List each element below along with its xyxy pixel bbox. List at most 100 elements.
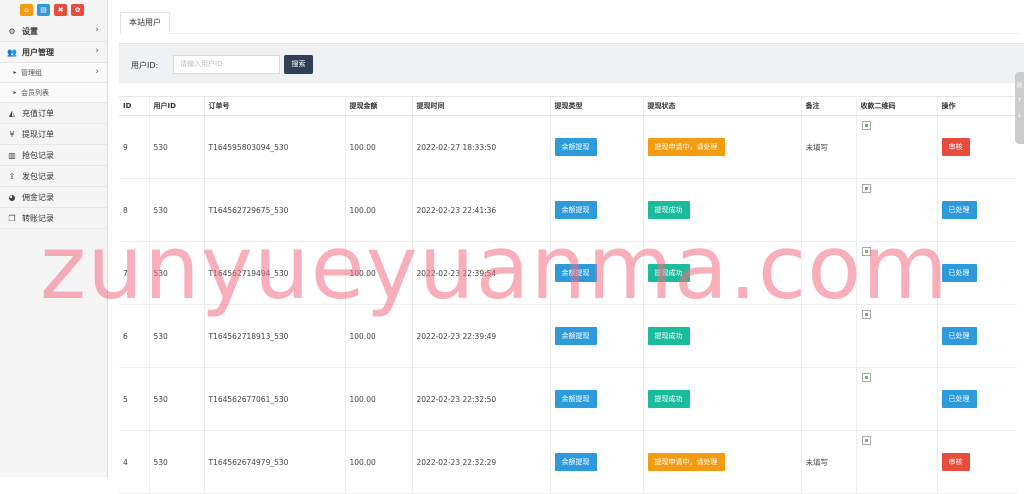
table-cell: [800, 304, 856, 368]
caret-right-icon: ▸: [13, 89, 17, 96]
broken-image-icon[interactable]: [861, 436, 871, 445]
withdraw-type-badge: 余额提现: [554, 453, 597, 471]
table-cell: 530: [148, 367, 204, 431]
processed-button[interactable]: 已处理: [941, 327, 977, 345]
column-header: 备注: [800, 96, 856, 116]
cell-user-id: 530: [153, 457, 168, 467]
table-cell: 9: [119, 115, 149, 179]
broken-image-icon[interactable]: [861, 184, 871, 193]
review-button[interactable]: 审核: [941, 453, 970, 471]
cell-time: 2022-02-23 22:32:29: [416, 457, 497, 467]
sidebar-item-settings[interactable]: ⚙ 设置 ›: [0, 21, 107, 42]
sidebar-item-send-records[interactable]: ⇪ 发包记录: [0, 166, 107, 187]
table-cell: T164562674979_530: [203, 430, 345, 494]
yen-icon: ¥: [9, 129, 15, 139]
area-chart-icon: ◭: [8, 108, 16, 118]
cell-amount: 100.00: [349, 457, 376, 467]
cell-user-id: 530: [153, 142, 168, 152]
table-cell: 余额提现: [549, 115, 643, 179]
sidebar-item-label: 提现订单: [22, 129, 54, 139]
table-row: 8 530 T164562729675_530 100.00 2022-02-23 22…: [119, 178, 1017, 242]
cell-id: 8: [123, 205, 128, 215]
table-header-row: ID 用户ID 订单号 提现金额 提现时间 提现类型 提现状态 备注 收款二维码 操作: [119, 96, 1017, 116]
trash-icon[interactable]: ✖: [54, 4, 67, 16]
table-cell: [800, 178, 856, 242]
cell-order-number: T164562719494_530: [208, 268, 289, 278]
bar-chart-icon: ▥: [8, 150, 16, 160]
user-id-search-input[interactable]: 请输入用户ID: [173, 55, 280, 74]
table-cell: 余额提现: [549, 241, 643, 305]
side-float-widget[interactable]: 返 ↑ ↓: [1015, 72, 1024, 144]
users-icon: 👥: [7, 47, 17, 57]
search-button[interactable]: 搜索: [284, 55, 313, 74]
cell-time: 2022-02-23 22:41:36: [416, 205, 497, 215]
broken-image-icon[interactable]: [861, 247, 871, 256]
chevron-right-icon: ›: [95, 67, 99, 77]
table-cell: 提现成功: [642, 241, 801, 305]
processed-button[interactable]: 已处理: [941, 264, 977, 282]
tab-site-users[interactable]: 本站用户: [120, 12, 170, 34]
cell-amount: 100.00: [349, 205, 376, 215]
table-cell: 8: [119, 178, 149, 242]
table-row: 6 530 T164562718913_530 100.00 2022-02-23 22…: [119, 304, 1017, 368]
document-icon[interactable]: ▤: [37, 4, 50, 16]
broken-image-icon[interactable]: [861, 310, 871, 319]
sidebar-item-label: 发包记录: [22, 171, 54, 181]
broken-image-icon[interactable]: [861, 373, 871, 382]
column-header: 提现类型: [549, 96, 643, 116]
column-header: 用户ID: [148, 96, 204, 116]
sidebar-item-recharge-orders[interactable]: ◭ 充值订单: [0, 103, 107, 124]
sidebar-item-label: 抢包记录: [22, 150, 54, 160]
sidebar-item-grab-records[interactable]: ▥ 抢包记录: [0, 145, 107, 166]
table-cell: 未填写: [800, 115, 856, 179]
sidebar-item-label: 用户管理: [22, 47, 54, 57]
table-cell: 提现申请中，请处理: [642, 115, 801, 179]
withdraw-status-badge: 提现成功: [647, 264, 690, 282]
table-cell: 余额提现: [549, 304, 643, 368]
sidebar-subitem-member-list[interactable]: ▸ 会员列表: [0, 83, 107, 103]
cell-order-number: T164562674979_530: [208, 457, 289, 467]
cell-note: 未填写: [805, 457, 829, 467]
table-cell: T164562719494_530: [203, 241, 345, 305]
column-header: 提现金额: [344, 96, 412, 116]
column-header: 操作: [936, 96, 1017, 116]
table-cell: T164595803094_530: [203, 115, 345, 179]
processed-button[interactable]: 已处理: [941, 201, 977, 219]
review-button[interactable]: 审核: [941, 138, 970, 156]
table-cell: 530: [148, 178, 204, 242]
cell-time: 2022-02-23 22:39:54: [416, 268, 497, 278]
table-cell: 已处理: [936, 304, 1017, 368]
table-cell: 2022-02-23 22:41:36: [411, 178, 550, 242]
processed-button[interactable]: 已处理: [941, 390, 977, 408]
table-cell: 100.00: [344, 178, 412, 242]
cell-id: 4: [123, 457, 128, 467]
table-cell: 已处理: [936, 241, 1017, 305]
cell-order-number: T164562718913_530: [208, 331, 289, 341]
table-cell: 6: [119, 304, 149, 368]
sidebar-item-withdraw-orders[interactable]: ¥ 提现订单: [0, 124, 107, 145]
table-cell: 100.00: [344, 115, 412, 179]
table-cell: 2022-02-23 22:32:29: [411, 430, 550, 494]
sidebar-item-transfer-records[interactable]: ❐ 转账记录: [0, 208, 107, 229]
broken-image-icon[interactable]: [861, 121, 871, 130]
gears-icon: ⚙: [8, 26, 16, 36]
table-cell: 审核: [936, 430, 1017, 494]
settings-icon[interactable]: ✿: [71, 4, 84, 16]
column-header: 提现时间: [411, 96, 550, 116]
table-cell: 530: [148, 115, 204, 179]
table-cell: 100.00: [344, 367, 412, 431]
cell-id: 9: [123, 142, 128, 152]
cell-order-number: T164595803094_530: [208, 142, 289, 152]
withdraw-type-badge: 余额提现: [554, 327, 597, 345]
withdraw-status-badge: 提现申请中，请处理: [647, 138, 725, 156]
column-header: 提现状态: [642, 96, 801, 116]
sidebar-item-user-management[interactable]: 👥 用户管理 ›: [0, 42, 107, 63]
table-cell: 余额提现: [549, 367, 643, 431]
home-icon[interactable]: ⌂: [20, 4, 33, 16]
sidebar-item-label: 管理组: [21, 68, 42, 77]
cell-id: 7: [123, 268, 128, 278]
table-cell: 提现成功: [642, 178, 801, 242]
sidebar-subitem-admin-group[interactable]: ▸ 管理组 ›: [0, 63, 107, 83]
sidebar-item-commission-records[interactable]: ◕ 佣金记录: [0, 187, 107, 208]
table-cell: [800, 241, 856, 305]
